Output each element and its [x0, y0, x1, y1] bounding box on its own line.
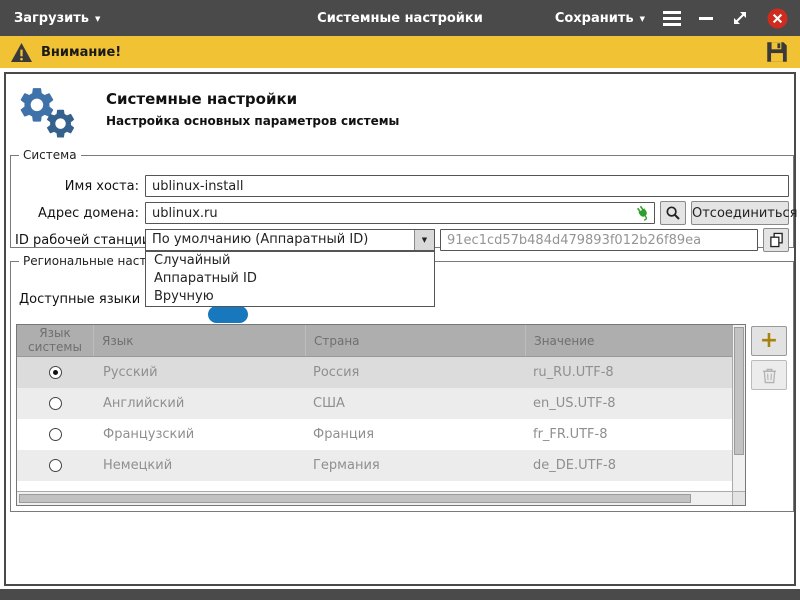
- bottom-bar: [0, 589, 800, 600]
- warning-label: Внимание!: [41, 45, 121, 60]
- main-panel: Системные настройки Настройка основных п…: [4, 72, 796, 586]
- cell-value: fr_FR.UTF-8: [525, 427, 732, 442]
- languages-table: Язык системы Язык Страна Значение Русски…: [16, 324, 746, 506]
- warning-bar: Внимание!: [0, 36, 800, 68]
- cell-language: Немецкий: [93, 458, 305, 473]
- load-button[interactable]: Загрузить ▼: [14, 0, 100, 36]
- cell-value: en_US.UTF-8: [525, 396, 732, 411]
- trash-icon: [762, 367, 777, 384]
- dropdown-option-random[interactable]: Случайный: [146, 252, 434, 270]
- header-system-lang: Язык системы: [17, 325, 93, 356]
- horizontal-scrollbar[interactable]: [17, 491, 732, 505]
- add-language-button[interactable]: +: [751, 326, 787, 356]
- save-file-icon[interactable]: [764, 39, 790, 65]
- dropdown-option-manual[interactable]: Вручную: [146, 288, 434, 306]
- warning-icon: [10, 42, 33, 63]
- app-window: Загрузить ▼ Системные настройки Сохранит…: [0, 0, 800, 600]
- station-id-label: ID рабочей станции:: [15, 233, 145, 248]
- row-radio-1[interactable]: [49, 397, 62, 410]
- copy-icon: [769, 232, 784, 248]
- disconnect-button[interactable]: Отсоединиться: [691, 201, 789, 225]
- table-row-1[interactable]: Английский США en_US.UTF-8: [17, 388, 732, 419]
- chevron-down-icon: ▼: [95, 16, 100, 23]
- cell-language: Французский: [93, 427, 305, 442]
- language-toggle[interactable]: [208, 306, 248, 323]
- system-fieldset: Система Имя хоста: Адрес домена:: [10, 148, 794, 248]
- hostname-row: Имя хоста:: [15, 174, 789, 198]
- delete-language-button[interactable]: [751, 360, 787, 390]
- table-body: Русский Россия ru_RU.UTF-8 Английский СШ…: [17, 357, 732, 491]
- titlebar: Загрузить ▼ Системные настройки Сохранит…: [0, 0, 800, 36]
- minimize-icon[interactable]: [699, 17, 713, 20]
- page-title: Системные настройки: [106, 90, 297, 108]
- cell-value: ru_RU.UTF-8: [525, 365, 732, 380]
- header-country: Страна: [305, 325, 525, 356]
- row-radio-0[interactable]: [49, 366, 62, 379]
- chevron-down-icon[interactable]: ▼: [414, 230, 434, 250]
- load-button-label: Загрузить: [14, 11, 89, 26]
- cell-language: Русский: [93, 365, 305, 380]
- horizontal-scrollbar-thumb[interactable]: [19, 494, 691, 503]
- table-row-3[interactable]: Немецкий Германия de_DE.UTF-8: [17, 450, 732, 481]
- domain-input[interactable]: [145, 202, 655, 224]
- row-radio-3[interactable]: [49, 459, 62, 472]
- station-id-row: ID рабочей станции: По умолчанию (Аппара…: [15, 228, 789, 252]
- table-row-0[interactable]: Русский Россия ru_RU.UTF-8: [17, 357, 732, 388]
- page-subtitle: Настройка основных параметров системы: [106, 114, 399, 128]
- hostname-label: Имя хоста:: [15, 179, 145, 194]
- chevron-down-icon: ▼: [640, 16, 645, 23]
- menu-icon[interactable]: [663, 11, 681, 26]
- cell-country: Россия: [305, 365, 525, 380]
- close-icon[interactable]: [767, 8, 788, 29]
- hostname-input[interactable]: [145, 175, 789, 197]
- domain-input-wrap: [145, 202, 655, 225]
- gears-icon: [16, 84, 78, 142]
- row-radio-2[interactable]: [49, 428, 62, 441]
- station-id-mode-combobox[interactable]: По умолчанию (Аппаратный ID) ▼ Случайный…: [145, 229, 435, 251]
- scrollbar-corner: [732, 491, 745, 505]
- dropdown-option-hardware[interactable]: Аппаратный ID: [146, 270, 434, 288]
- station-id-value-wrap: [440, 229, 758, 252]
- plus-icon: +: [760, 331, 778, 351]
- save-button[interactable]: Сохранить ▼: [555, 11, 645, 26]
- table-row-2[interactable]: Французский Франция fr_FR.UTF-8: [17, 419, 732, 450]
- search-icon: [665, 205, 681, 221]
- domain-row: Адрес домена:: [15, 201, 789, 225]
- station-id-value-field[interactable]: [440, 229, 758, 251]
- header-language: Язык: [93, 325, 305, 356]
- cell-country: Германия: [305, 458, 525, 473]
- save-button-label: Сохранить: [555, 11, 634, 26]
- cell-language: Английский: [93, 396, 305, 411]
- combobox-selected-value: По умолчанию (Аппаратный ID): [146, 230, 414, 250]
- vertical-scrollbar[interactable]: [732, 325, 745, 491]
- search-button[interactable]: [660, 201, 686, 225]
- system-legend: Система: [19, 148, 81, 162]
- table-header-row: Язык системы Язык Страна Значение: [17, 325, 732, 357]
- domain-label: Адрес домена:: [15, 206, 145, 221]
- header-value: Значение: [525, 325, 732, 356]
- vertical-scrollbar-thumb[interactable]: [734, 327, 744, 455]
- station-id-dropdown: Случайный Аппаратный ID Вручную: [145, 251, 435, 307]
- cell-country: Франция: [305, 427, 525, 442]
- copy-button[interactable]: [763, 228, 789, 252]
- resize-icon[interactable]: [731, 9, 749, 27]
- cell-country: США: [305, 396, 525, 411]
- titlebar-controls: Сохранить ▼: [555, 0, 788, 36]
- cell-value: de_DE.UTF-8: [525, 458, 732, 473]
